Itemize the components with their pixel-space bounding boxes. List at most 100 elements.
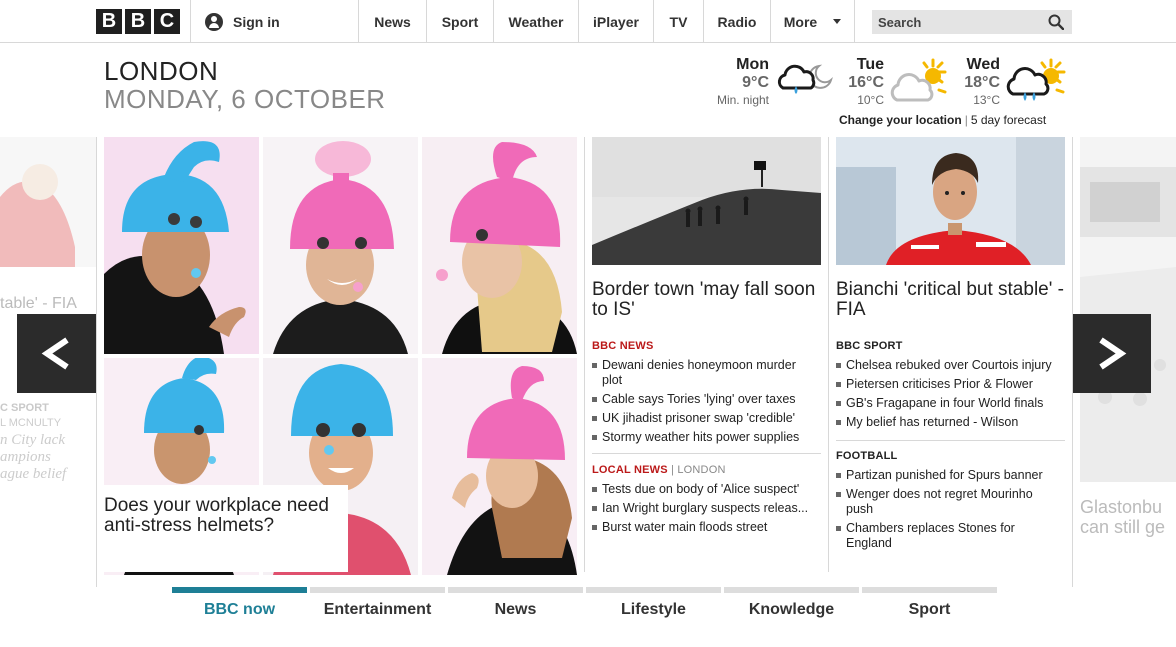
nav-more-label: More: [783, 13, 818, 30]
hero-headline[interactable]: Does your workplace need anti-stress hel…: [104, 485, 348, 572]
location-city: LONDON: [104, 56, 219, 86]
prev-section-label: C SPORT: [0, 402, 49, 414]
change-location-link[interactable]: Change your location: [839, 113, 962, 127]
hero-photo-tile: [263, 137, 418, 354]
logo-letter-b1: B: [96, 9, 122, 34]
nav-sport[interactable]: Sport: [426, 0, 493, 43]
tab-entertainment[interactable]: Entertainment: [310, 587, 445, 627]
prev-panel-image: [0, 137, 96, 267]
bbc-sport-label[interactable]: BBC SPORT: [836, 340, 903, 352]
cloud-sun-icon: [890, 58, 947, 102]
weather-high: 16°C: [848, 74, 884, 91]
sport-story-image[interactable]: [836, 137, 1065, 265]
frame-right-border: [1072, 137, 1073, 587]
list-item[interactable]: Wenger does not regret Mourinho push: [836, 487, 1061, 517]
user-icon: [205, 12, 223, 31]
weather-low: 13°C: [973, 93, 1000, 107]
weather-day-name: Tue: [856, 56, 884, 73]
search-icon[interactable]: [1048, 14, 1064, 30]
local-news-divider: |: [671, 464, 675, 476]
list-item[interactable]: Cable says Tories 'lying' over taxes: [592, 392, 817, 407]
sport-links-list: Chelsea rebuked over Courtois injury Pie…: [836, 358, 1064, 434]
next-panel-image: [1080, 137, 1176, 482]
sign-in-button[interactable]: Sign in: [190, 0, 358, 43]
list-item[interactable]: Partizan punished for Spurs banner: [836, 468, 1061, 483]
news-links-list: Dewani denies honeymoon murder plot Cabl…: [592, 358, 817, 449]
weather-day-wed[interactable]: Wed 18°C 13°C: [955, 56, 1000, 108]
list-item[interactable]: Ian Wright burglary suspects releas...: [592, 501, 817, 516]
next-teaser-line: Glastonbu: [1080, 497, 1163, 517]
column-divider: [584, 137, 585, 572]
location-date: MONDAY, 6 OCTOBER: [104, 84, 386, 114]
hero-photo-tile: [422, 137, 577, 354]
nav-iplayer[interactable]: iPlayer: [578, 0, 653, 43]
bbc-logo[interactable]: B B C: [96, 9, 180, 34]
divider: [592, 453, 821, 454]
tab-bbc-now[interactable]: BBC now: [172, 587, 307, 627]
local-news-label[interactable]: LOCAL NEWS | LONDON: [592, 464, 726, 476]
nav-more[interactable]: More: [770, 0, 855, 43]
nav-radio[interactable]: Radio: [703, 0, 770, 43]
weather-links: Change your location | 5 day forecast: [839, 113, 1046, 127]
weather-day-tue[interactable]: Tue 16°C 10°C: [834, 56, 884, 108]
chevron-right-icon: [1099, 337, 1127, 370]
sport-story-headline[interactable]: Bianchi 'critical but stable' - FIA: [836, 280, 1065, 320]
weather-high: 9°C: [742, 74, 769, 91]
bbc-news-label[interactable]: BBC NEWS: [592, 340, 654, 352]
five-day-forecast-link[interactable]: 5 day forecast: [971, 113, 1046, 127]
list-item[interactable]: Dewani denies honeymoon murder plot: [592, 358, 817, 388]
football-label[interactable]: FOOTBALL: [836, 450, 897, 462]
nav-tv[interactable]: TV: [653, 0, 703, 43]
tab-lifestyle[interactable]: Lifestyle: [586, 587, 721, 627]
weather-low: Min. night: [716, 93, 769, 107]
list-item[interactable]: UK jihadist prisoner swap 'credible': [592, 411, 817, 426]
tab-sport[interactable]: Sport: [862, 587, 997, 627]
prev-teaser-line: ague belief: [0, 466, 67, 482]
tab-knowledge[interactable]: Knowledge: [724, 587, 859, 627]
football-links-list: Partizan punished for Spurs banner Wenge…: [836, 468, 1061, 555]
list-item[interactable]: GB's Fragapane in four World finals: [836, 396, 1064, 411]
search-input[interactable]: [878, 14, 1038, 30]
cloud-sun-rain-icon: [1006, 58, 1066, 101]
weather-high: 18°C: [964, 74, 1000, 91]
local-news-location: LONDON: [677, 464, 726, 476]
next-teaser-line: can still ge: [1080, 517, 1166, 537]
sign-in-label: Sign in: [233, 13, 280, 30]
news-story-image[interactable]: [592, 137, 821, 265]
list-item[interactable]: Burst water main floods street: [592, 520, 817, 535]
weather-day-name: Wed: [966, 56, 1000, 73]
weather-day-name: Mon: [736, 56, 769, 73]
logo-letter-c: C: [154, 9, 180, 34]
list-item[interactable]: Stormy weather hits power supplies: [592, 430, 817, 445]
prev-byline: L MCNULTY: [0, 417, 62, 429]
top-bar: B B C Sign in News Sport Weather iPlayer…: [0, 0, 1176, 43]
carousel-next-button[interactable]: [1072, 314, 1151, 393]
nav-news[interactable]: News: [358, 0, 426, 43]
divider: |: [964, 113, 968, 127]
main-nav: News Sport Weather iPlayer TV Radio More: [358, 0, 855, 43]
nav-weather[interactable]: Weather: [493, 0, 578, 43]
tab-news[interactable]: News: [448, 587, 583, 627]
list-item[interactable]: Pietersen criticises Prior & Flower: [836, 377, 1064, 392]
prev-teaser-line: n City lack: [0, 432, 65, 448]
prev-headline-fragment: table' - FIA: [0, 295, 77, 312]
hero-photo-tile: [422, 358, 577, 575]
weather-day-mon[interactable]: Mon 9°C Min. night: [704, 56, 769, 108]
section-tabs: BBC now Entertainment News Lifestyle Kno…: [172, 587, 997, 627]
carousel-prev-button[interactable]: [17, 314, 96, 393]
hero-photo-tile: [104, 137, 259, 354]
list-item[interactable]: My belief has returned - Wilson: [836, 415, 1064, 430]
logo-letter-b2: B: [125, 9, 151, 34]
search-box: [872, 10, 1072, 34]
prev-teaser-line: ampions: [0, 449, 51, 465]
list-item[interactable]: Chelsea rebuked over Courtois injury: [836, 358, 1064, 373]
local-news-title: LOCAL NEWS: [592, 464, 668, 476]
news-story-headline[interactable]: Border town 'may fall soon to IS': [592, 280, 821, 320]
cloud-rain-moon-icon: [777, 64, 833, 94]
chevron-down-icon: [833, 19, 842, 24]
list-item[interactable]: Tests due on body of 'Alice suspect': [592, 482, 817, 497]
frame-left-border: [96, 137, 97, 587]
column-divider: [828, 137, 829, 572]
divider: [836, 440, 1065, 441]
list-item[interactable]: Chambers replaces Stones for England: [836, 521, 1061, 551]
